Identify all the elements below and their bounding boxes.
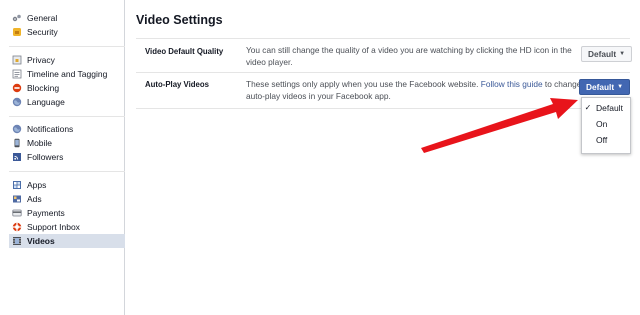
sidebar-item-mobile[interactable]: Mobile — [9, 136, 125, 150]
sidebar-item-label: Videos — [27, 236, 55, 246]
sidebar-item-ads[interactable]: Ads — [9, 192, 125, 206]
sidebar-item-followers[interactable]: Followers — [9, 150, 125, 164]
sidebar-item-label: Apps — [27, 180, 47, 190]
sidebar-item-label: Blocking — [27, 83, 60, 93]
sidebar-item-payments[interactable]: Payments — [9, 206, 125, 220]
sidebar-divider — [9, 171, 125, 172]
button-label: Default — [586, 82, 615, 92]
description-text: These settings only apply when you use t… — [246, 79, 481, 89]
film-icon — [12, 236, 22, 246]
sidebar-item-blocking[interactable]: Blocking — [9, 81, 125, 95]
auto-play-dropdown-button[interactable]: Default ▼ — [579, 79, 631, 95]
sidebar-item-label: Privacy — [27, 55, 55, 65]
sidebar-item-language[interactable]: Language — [9, 95, 125, 109]
option-label: Off — [596, 134, 608, 145]
sidebar-item-general[interactable]: General — [9, 11, 125, 25]
mobile-icon — [12, 138, 22, 148]
rss-icon — [12, 152, 22, 162]
setting-description: These settings only apply when you use t… — [246, 79, 582, 102]
sidebar-item-label: Notifications — [27, 124, 74, 134]
settings-sidebar: General Security Privacy Timeline and Ta… — [0, 0, 125, 315]
timeline-icon — [12, 69, 22, 79]
lock-icon — [12, 55, 22, 65]
gear-icon — [12, 13, 22, 23]
setting-label: Video Default Quality — [145, 47, 224, 56]
sidebar-item-label: Followers — [27, 152, 64, 162]
option-label: On — [596, 118, 608, 129]
page-title: Video Settings — [136, 13, 223, 27]
sidebar-item-notifications[interactable]: Notifications — [9, 122, 125, 136]
option-label: Default — [596, 102, 623, 113]
sidebar-item-timeline-tagging[interactable]: Timeline and Tagging — [9, 67, 125, 81]
ads-icon — [12, 194, 22, 204]
lifebuoy-icon — [12, 222, 22, 232]
sidebar-item-label: Support Inbox — [27, 222, 80, 232]
sidebar-item-videos[interactable]: Videos — [9, 234, 125, 248]
sidebar-item-label: Mobile — [27, 138, 53, 148]
caret-down-icon: ▼ — [617, 84, 624, 90]
caret-down-icon: ▼ — [619, 51, 626, 57]
nav-group-privacy: Privacy Timeline and Tagging Blocking La… — [9, 53, 125, 109]
main-content: Video Settings Video Default Quality You… — [125, 0, 640, 315]
nav-group-notifications: Notifications Mobile Followers — [9, 122, 125, 164]
sidebar-item-label: Ads — [27, 194, 42, 204]
menu-option-default[interactable]: ✓ Default — [582, 101, 630, 114]
sidebar-divider — [9, 46, 125, 47]
setting-row-auto-play: Auto-Play Videos These settings only app… — [136, 72, 631, 109]
sidebar-item-label: Payments — [27, 208, 65, 218]
auto-play-dropdown-menu: ✓ Default On Off — [581, 97, 631, 154]
sidebar-item-privacy[interactable]: Privacy — [9, 53, 125, 67]
block-icon — [12, 83, 22, 93]
globe-icon — [12, 124, 22, 134]
nav-group-account: General Security — [9, 11, 125, 39]
setting-description: You can still change the quality of a vi… — [246, 45, 572, 67]
sidebar-item-label: Security — [27, 27, 58, 37]
sidebar-item-label: Timeline and Tagging — [27, 69, 108, 79]
check-icon: ✓ — [584, 103, 592, 112]
setting-row-video-quality: Video Default Quality You can still chan… — [136, 38, 633, 72]
menu-option-off[interactable]: Off — [582, 133, 630, 146]
follow-guide-link[interactable]: Follow this guide — [481, 79, 543, 89]
sidebar-item-support-inbox[interactable]: Support Inbox — [9, 220, 125, 234]
sidebar-item-label: Language — [27, 97, 65, 107]
menu-option-on[interactable]: On — [582, 117, 630, 130]
sidebar-item-apps[interactable]: Apps — [9, 178, 125, 192]
payments-icon — [12, 208, 22, 218]
globe-icon — [12, 97, 22, 107]
video-quality-dropdown-button[interactable]: Default ▼ — [581, 46, 633, 62]
button-label: Default — [588, 49, 617, 59]
setting-label: Auto-Play Videos — [145, 80, 209, 89]
settings-rows: Video Default Quality You can still chan… — [136, 38, 633, 109]
sidebar-item-label: General — [27, 13, 58, 23]
sidebar-item-security[interactable]: Security — [9, 25, 125, 39]
nav-group-apps: Apps Ads Payments Support Inbox Videos — [9, 178, 125, 248]
apps-icon — [12, 180, 22, 190]
sidebar-divider — [9, 116, 125, 117]
badge-icon — [12, 27, 22, 37]
